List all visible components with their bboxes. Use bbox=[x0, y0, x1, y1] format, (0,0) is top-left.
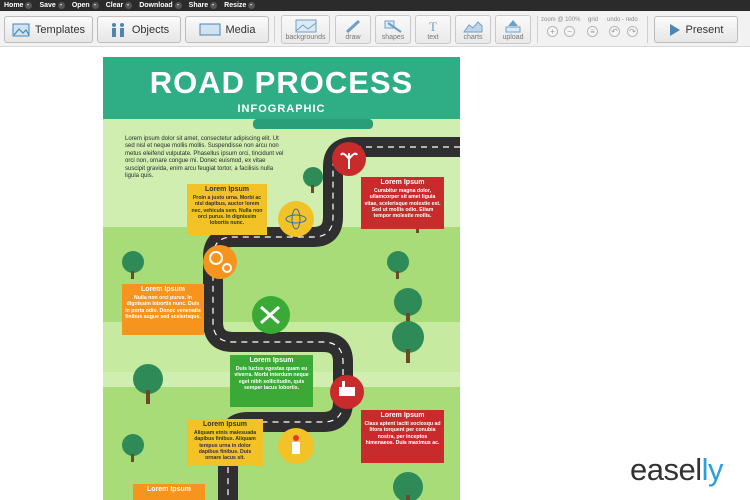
header-tab bbox=[253, 119, 373, 129]
tool-text-label: text bbox=[427, 34, 439, 41]
menu-home-label: Home bbox=[4, 2, 24, 9]
pencil-icon bbox=[345, 19, 361, 33]
menu-clear-label: Clear bbox=[105, 2, 124, 9]
chevron-down-icon bbox=[125, 2, 133, 9]
chevron-down-icon bbox=[25, 2, 33, 9]
step-box-6[interactable]: Lorem Ipsum Aliquam etnis malesuada dapi… bbox=[187, 419, 263, 466]
step-box-3[interactable]: Lorem Ipsum Nulla non orci purus. In dig… bbox=[122, 284, 204, 335]
present-label: Present bbox=[685, 23, 724, 36]
step-box-4[interactable]: Lorem Ipsum Duis luctus egestas quam eu … bbox=[230, 355, 313, 407]
templates-label: Templates bbox=[34, 23, 86, 36]
chevron-down-icon bbox=[210, 2, 218, 9]
tool-upload[interactable]: upload bbox=[495, 15, 531, 44]
toolbar-separator bbox=[537, 16, 538, 43]
chevron-down-icon bbox=[174, 2, 182, 9]
templates-button[interactable]: Templates bbox=[4, 16, 93, 43]
easelly-editor: Home Save Open Clear Download Share Resi… bbox=[0, 0, 750, 500]
step-text: Class aptent taciti sociosqu ad litora t… bbox=[364, 421, 441, 446]
svg-text:T: T bbox=[429, 19, 437, 33]
step-heading: Lorem Ipsum bbox=[249, 357, 294, 364]
present-button[interactable]: Present bbox=[654, 16, 738, 43]
media-button[interactable]: Media bbox=[185, 16, 269, 43]
objects-button[interactable]: Objects bbox=[97, 16, 181, 43]
menu-share-label: Share bbox=[188, 2, 209, 9]
menu-open-label: Open bbox=[71, 2, 90, 9]
tool-draw-label: draw bbox=[345, 34, 361, 41]
tool-charts[interactable]: charts bbox=[455, 15, 491, 44]
zoom-in-icon[interactable]: + bbox=[547, 26, 558, 37]
chevron-down-icon bbox=[248, 2, 256, 9]
tool-charts-label: charts bbox=[463, 34, 483, 41]
play-icon bbox=[669, 23, 680, 36]
redo-icon[interactable]: ↷ bbox=[627, 26, 638, 37]
step-box-2[interactable]: Lorem Ipsum Curabitur magna dolor, ullam… bbox=[361, 177, 444, 229]
step-heading: Lorem Ipsum bbox=[203, 421, 247, 428]
menu-download-label: Download bbox=[139, 2, 173, 9]
tool-shapes-label: shapes bbox=[381, 34, 405, 41]
chevron-down-icon bbox=[57, 2, 65, 9]
templates-icon bbox=[12, 23, 30, 36]
menu-resize[interactable]: Resize bbox=[224, 2, 256, 9]
toolbar: Templates Objects Media backgrounds draw… bbox=[0, 11, 750, 47]
objects-icon bbox=[111, 22, 124, 37]
step-heading: Lorem Ipsum bbox=[380, 179, 425, 186]
undo-icon[interactable]: ↶ bbox=[609, 26, 620, 37]
logo-accent-text: ly bbox=[701, 452, 724, 487]
step-heading: Lorem Ipsum bbox=[380, 412, 425, 419]
step-heading: Lorem Ipsum bbox=[147, 486, 191, 493]
easelly-logo: easelly bbox=[630, 452, 724, 488]
step-text: Aliquam etnis malesuada dapibus finibus.… bbox=[193, 430, 257, 462]
menu-share[interactable]: Share bbox=[188, 2, 218, 9]
tool-shapes[interactable]: shapes bbox=[375, 15, 411, 44]
menu-resize-label: Resize bbox=[224, 2, 247, 9]
step-text: Curabitur magna dolor, ullamcorper sit a… bbox=[364, 188, 441, 220]
chart-icon bbox=[463, 21, 483, 33]
objects-label: Objects bbox=[131, 23, 170, 36]
grid-label: grid bbox=[588, 17, 599, 23]
chevron-down-icon bbox=[91, 2, 99, 9]
step-text: Proin a justo urna. Morbi ac nisl dapibu… bbox=[191, 195, 263, 227]
top-menu-bar: Home Save Open Clear Download Share Resi… bbox=[0, 0, 750, 11]
toolbar-separator bbox=[647, 16, 648, 43]
step-box-7[interactable]: Lorem Ipsum bbox=[133, 484, 205, 500]
menu-open[interactable]: Open bbox=[72, 2, 99, 9]
intro-paragraph[interactable]: Lorem ipsum dolor sit amet, consectetur … bbox=[125, 136, 285, 180]
logo-text: easel bbox=[630, 452, 702, 487]
backgrounds-icon bbox=[295, 19, 316, 33]
zoom-label: zoom @ 100% bbox=[541, 17, 581, 23]
menu-save-label: Save bbox=[39, 2, 56, 9]
tool-upload-label: upload bbox=[502, 34, 524, 41]
infographic-canvas[interactable]: ROAD PROCESS INFOGRAPHIC Lorem ipsum dol… bbox=[103, 57, 460, 500]
infographic-title[interactable]: ROAD PROCESS bbox=[103, 65, 460, 101]
shapes-icon bbox=[384, 20, 402, 33]
menu-home[interactable]: Home bbox=[4, 2, 33, 9]
grid-toggle-icon[interactable]: ≡ bbox=[587, 26, 598, 37]
step-heading: Lorem Ipsum bbox=[205, 186, 249, 193]
step-text: Duis luctus egestas quam eu viverra. Mor… bbox=[234, 366, 309, 391]
step-box-5[interactable]: Lorem Ipsum Class aptent taciti sociosqu… bbox=[361, 410, 444, 463]
text-icon: T bbox=[429, 19, 437, 33]
undo-redo-label: undo - redo bbox=[607, 17, 638, 23]
tool-backgrounds-label: backgrounds bbox=[285, 34, 326, 41]
zoom-out-icon[interactable]: − bbox=[564, 26, 575, 37]
step-box-1[interactable]: Lorem Ipsum Proin a justo urna. Morbi ac… bbox=[187, 184, 267, 235]
upload-icon bbox=[505, 20, 521, 33]
step-text: Nulla non orci purus. In dignissim lobor… bbox=[125, 295, 201, 320]
toolbar-separator bbox=[274, 16, 275, 43]
tool-draw[interactable]: draw bbox=[335, 15, 371, 44]
step-heading: Lorem Ipsum bbox=[141, 286, 185, 293]
media-icon bbox=[199, 23, 221, 35]
media-label: Media bbox=[225, 23, 256, 36]
menu-download[interactable]: Download bbox=[139, 2, 182, 9]
tool-text[interactable]: T text bbox=[415, 15, 451, 44]
infographic-subtitle[interactable]: INFOGRAPHIC bbox=[103, 103, 460, 115]
menu-clear[interactable]: Clear bbox=[106, 2, 133, 9]
menu-save[interactable]: Save bbox=[39, 2, 65, 9]
tool-backgrounds[interactable]: backgrounds bbox=[281, 15, 330, 44]
